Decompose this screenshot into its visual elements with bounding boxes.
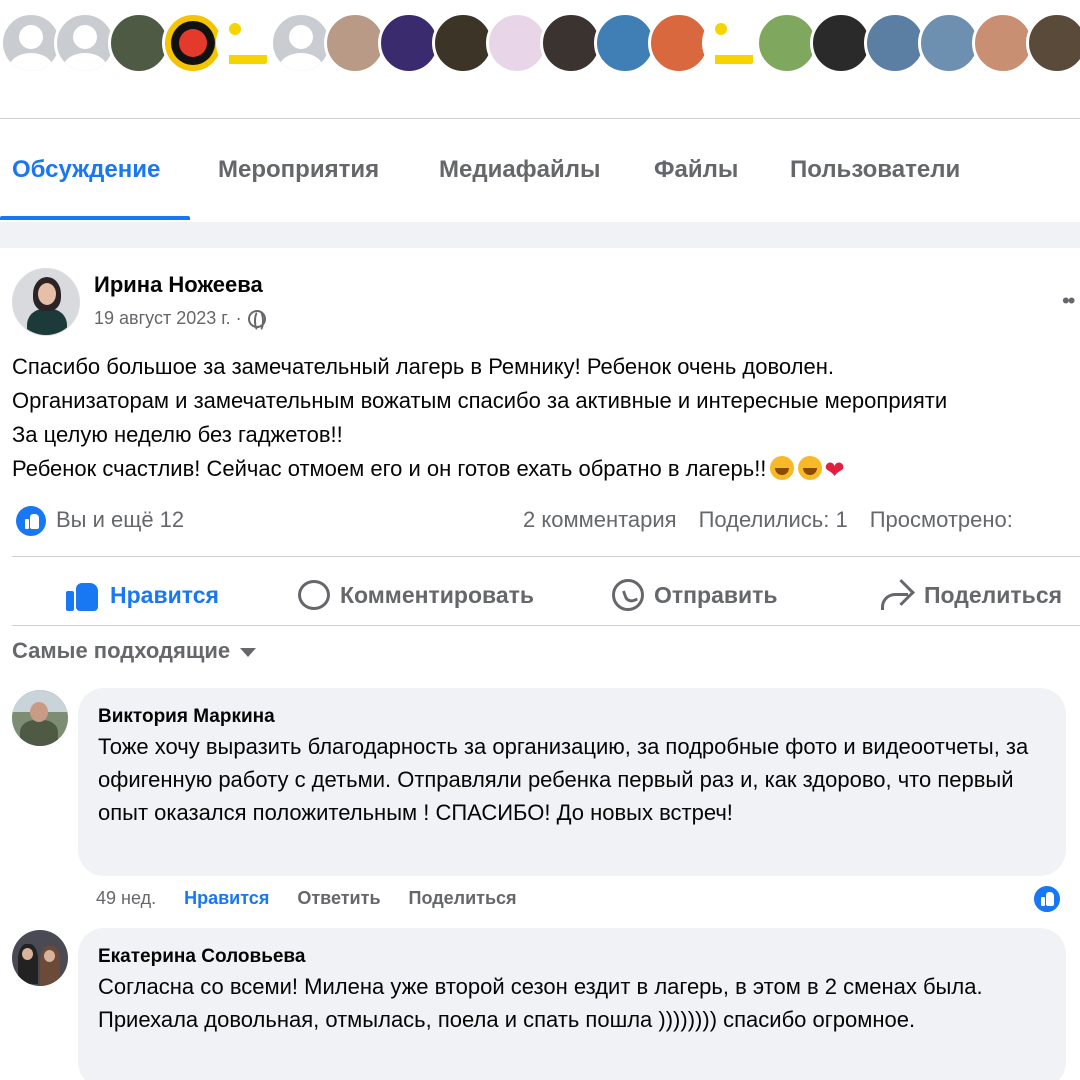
member-avatar[interactable] bbox=[864, 12, 926, 74]
commenter-avatar[interactable] bbox=[12, 690, 68, 746]
member-avatar[interactable] bbox=[54, 12, 116, 74]
member-avatar[interactable] bbox=[162, 12, 224, 74]
member-avatars bbox=[0, 12, 1080, 74]
author-avatar[interactable] bbox=[12, 268, 80, 336]
member-avatar[interactable] bbox=[0, 12, 62, 74]
comment-bubble: Виктория Маркина Тоже хочу выразить благ… bbox=[78, 688, 1066, 876]
comment-share-button[interactable]: Поделиться bbox=[409, 888, 517, 909]
comment-sort-dropdown[interactable]: Самые подходящие bbox=[12, 638, 257, 664]
member-avatar[interactable] bbox=[378, 12, 440, 74]
member-avatar[interactable] bbox=[270, 12, 332, 74]
send-button[interactable]: Отправить bbox=[612, 566, 778, 624]
comment-text: Согласна со всеми! Милена уже второй сез… bbox=[98, 974, 983, 1032]
comment-bubble: Екатерина Соловьева Согласна со всеми! М… bbox=[78, 928, 1066, 1080]
comment-reply-button[interactable]: Ответить bbox=[297, 888, 380, 909]
post-text-line: За целую неделю без гаджетов!! bbox=[12, 422, 343, 447]
thumbs-up-icon bbox=[66, 579, 100, 611]
member-avatar[interactable] bbox=[702, 12, 764, 74]
divider bbox=[12, 625, 1080, 626]
comments-count[interactable]: 2 комментария bbox=[523, 507, 677, 533]
post-actions: Нравится Комментировать Отправить Подели… bbox=[0, 566, 1080, 624]
member-avatar[interactable] bbox=[810, 12, 872, 74]
rofl-emoji-icon bbox=[770, 456, 795, 480]
globe-icon bbox=[247, 309, 266, 332]
tab-discussion[interactable]: Обсуждение bbox=[12, 128, 160, 220]
member-avatar[interactable] bbox=[324, 12, 386, 74]
reactions-count[interactable]: Вы и ещё 12 bbox=[56, 507, 184, 533]
member-avatar[interactable] bbox=[756, 12, 818, 74]
like-reaction-icon bbox=[16, 506, 46, 536]
post-stats: 2 комментария Поделились: 1 Просмотрено: bbox=[523, 507, 1013, 533]
comment-like-button[interactable]: Нравится bbox=[184, 888, 269, 909]
divider bbox=[12, 556, 1080, 557]
post-text-line: Спасибо большое за замечательный лагерь … bbox=[12, 354, 834, 379]
share-icon bbox=[880, 580, 914, 610]
comment-actions: 49 нед. Нравится Ответить Поделиться bbox=[96, 888, 517, 909]
post-text-line: Ребенок счастлив! Сейчас отмоем его и он… bbox=[12, 452, 1080, 488]
member-avatar[interactable] bbox=[1026, 12, 1080, 74]
like-button[interactable]: Нравится bbox=[66, 566, 219, 624]
post-text-line: Организаторам и замечательным вожатым сп… bbox=[12, 388, 948, 413]
member-avatar[interactable] bbox=[918, 12, 980, 74]
member-avatar[interactable] bbox=[216, 12, 278, 74]
send-label: Отправить bbox=[654, 581, 778, 608]
commenter-avatar[interactable] bbox=[12, 930, 68, 986]
member-avatar[interactable] bbox=[648, 12, 710, 74]
active-tab-indicator bbox=[0, 216, 190, 220]
commenter-name[interactable]: Виктория Маркина bbox=[98, 706, 1046, 728]
post-text: Спасибо большое за замечательный лагерь … bbox=[12, 350, 1080, 488]
rofl-emoji-icon bbox=[798, 456, 823, 480]
more-options-icon[interactable]: •• bbox=[1062, 288, 1075, 314]
comment-time[interactable]: 49 нед. bbox=[96, 888, 156, 909]
member-avatar[interactable] bbox=[540, 12, 602, 74]
member-avatar[interactable] bbox=[108, 12, 170, 74]
tab-events[interactable]: Мероприятия bbox=[218, 128, 379, 220]
caret-down-icon bbox=[240, 648, 257, 657]
group-tabs: Обсуждение Мероприятия Медиафайлы Файлы … bbox=[0, 128, 1080, 220]
member-avatar[interactable] bbox=[594, 12, 656, 74]
feed-background bbox=[0, 222, 1080, 248]
comment-like-reaction-icon[interactable] bbox=[1032, 884, 1062, 914]
member-avatar[interactable] bbox=[972, 12, 1034, 74]
sort-label: Самые подходящие bbox=[12, 638, 231, 663]
comment-icon bbox=[298, 580, 330, 610]
share-button[interactable]: Поделиться bbox=[880, 566, 1062, 624]
tab-members[interactable]: Пользователи bbox=[790, 128, 960, 220]
reactions-summary: Вы и ещё 12 2 комментария Поделились: 1 … bbox=[12, 504, 1080, 538]
post-text-line-content: Ребенок счастлив! Сейчас отмоем его и он… bbox=[12, 456, 767, 481]
post-date[interactable]: 19 август 2023 г. · bbox=[94, 308, 242, 329]
share-label: Поделиться bbox=[924, 581, 1063, 608]
like-label: Нравится bbox=[110, 581, 219, 608]
views-count: Просмотрено: bbox=[869, 507, 1013, 532]
tab-files[interactable]: Файлы bbox=[654, 128, 738, 220]
comment-text: Тоже хочу выразить благодарность за орга… bbox=[98, 734, 1029, 825]
shares-count[interactable]: Поделились: 1 bbox=[699, 507, 848, 533]
post-meta: 19 август 2023 г. · bbox=[94, 308, 266, 332]
author-name[interactable]: Ирина Ножеева bbox=[94, 272, 263, 298]
commenter-name[interactable]: Екатерина Соловьева bbox=[98, 946, 1046, 968]
comment-label: Комментировать bbox=[340, 581, 535, 608]
heart-emoji-icon: ❤ bbox=[824, 457, 845, 484]
divider bbox=[0, 118, 1080, 119]
comment-button[interactable]: Комментировать bbox=[298, 566, 534, 624]
member-avatar[interactable] bbox=[432, 12, 494, 74]
tab-media[interactable]: Медиафайлы bbox=[439, 128, 601, 220]
whatsapp-icon bbox=[612, 579, 644, 611]
member-avatar[interactable] bbox=[486, 12, 548, 74]
